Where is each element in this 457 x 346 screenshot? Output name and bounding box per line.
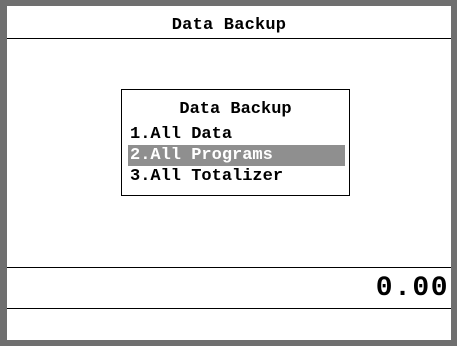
menu-item-all-data[interactable]: 1.All Data: [128, 124, 345, 145]
screen-border-right: [451, 0, 457, 346]
amount-value: 0.00: [375, 273, 449, 304]
menu-item-all-programs[interactable]: 2.All Programs: [128, 145, 345, 166]
data-backup-dialog: Data Backup 1.All Data 2.All Programs 3.…: [121, 89, 350, 196]
menu-item-all-totalizer[interactable]: 3.All Totalizer: [128, 166, 345, 187]
screen-border-left: [0, 0, 7, 346]
screen-border-top: [0, 0, 457, 6]
amount-display: 0.00: [7, 267, 451, 309]
dialog-title: Data Backup: [179, 100, 292, 119]
screen-border-bottom: [0, 340, 457, 346]
backup-menu: 1.All Data 2.All Programs 3.All Totalize…: [128, 124, 345, 187]
window-title: Data Backup: [7, 14, 451, 39]
